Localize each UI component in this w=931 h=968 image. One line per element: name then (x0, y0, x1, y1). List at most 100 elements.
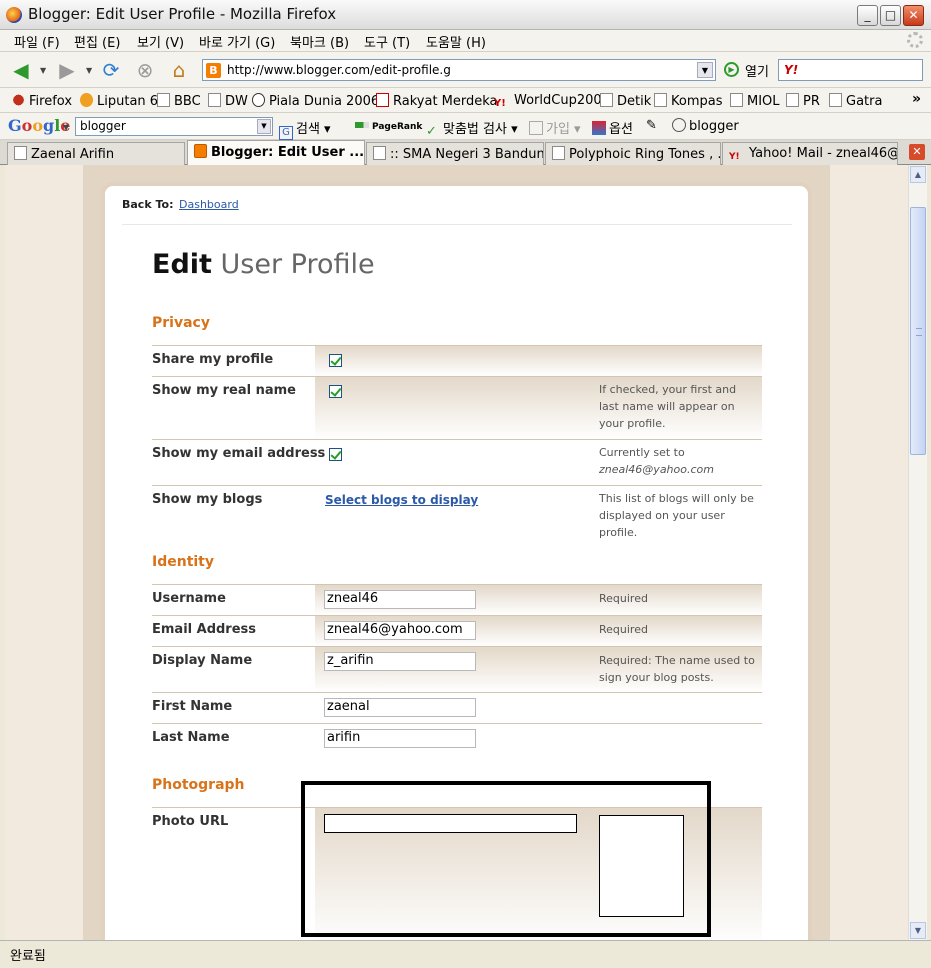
menu-tools[interactable]: 도구 (T) (364, 32, 410, 51)
select-blogs-link[interactable]: Select blogs to display (325, 493, 478, 507)
bookmark-item[interactable]: BBC (157, 93, 201, 109)
home-icon[interactable]: ⌂ (166, 58, 192, 82)
scroll-grip-icon (916, 328, 922, 336)
bookmark-item[interactable]: Detik (600, 93, 651, 109)
vertical-scrollbar[interactable]: ▲ ▼ (908, 165, 927, 940)
tab-yahoo-mail[interactable]: Y! Yahoo! Mail - zneal46@... (722, 142, 898, 165)
reload-icon[interactable]: ⟳ (98, 58, 124, 82)
dashboard-link[interactable]: Dashboard (179, 198, 239, 211)
highlighter-icon[interactable]: ✎ (646, 118, 657, 133)
menu-bookmarks[interactable]: 북마크 (B) (290, 32, 349, 51)
last-name-field[interactable]: arifin (324, 729, 476, 748)
firefox-icon (6, 7, 22, 23)
bookmark-item[interactable]: Rakyat Merdeka (376, 93, 498, 109)
forward-arrow-icon[interactable]: ▶ (54, 58, 80, 82)
google-search-dropdown-icon[interactable]: ▼ (257, 119, 271, 134)
pagerank-indicator[interactable]: PageRank (355, 118, 422, 133)
google-search-input[interactable]: blogger ▼ (75, 117, 273, 136)
menu-help[interactable]: 도움말 (H) (426, 32, 486, 51)
menu-go[interactable]: 바로 가기 (G) (199, 32, 275, 51)
forward-history-dropdown-icon[interactable]: ▼ (86, 66, 92, 75)
bookmark-label: Gatra (846, 94, 883, 109)
spellcheck-button[interactable]: ✓ 맞춤법 검사 ▾ (426, 118, 518, 139)
address-dropdown-icon[interactable]: ▼ (697, 62, 713, 78)
first-name-field[interactable]: zaenal (324, 698, 476, 717)
more-bookmarks-chevron-icon[interactable]: » (912, 91, 921, 107)
address-url[interactable]: http://www.blogger.com/edit-profile.g (227, 63, 451, 77)
yahoo-search-icon[interactable]: Y! (784, 63, 798, 77)
google-logo[interactable]: Google (8, 116, 70, 135)
menu-edit[interactable]: 편집 (E) (74, 32, 120, 51)
maximize-button[interactable]: □ (880, 5, 901, 26)
scrollbar-thumb[interactable] (910, 207, 926, 455)
back-arrow-icon[interactable]: ◀ (8, 58, 34, 82)
page-icon (373, 146, 386, 160)
bookmark-item[interactable]: Gatra (829, 93, 882, 109)
page-icon (552, 146, 565, 160)
close-tab-icon[interactable]: ✕ (909, 144, 925, 160)
word-find-button[interactable]: blogger (672, 118, 739, 134)
tab-blogger-edit-profile[interactable]: Blogger: Edit User ... (187, 140, 365, 165)
bookmark-label: Detik (617, 94, 652, 109)
minimize-button[interactable]: _ (857, 5, 878, 26)
menu-view[interactable]: 보기 (V) (137, 32, 184, 51)
bookmark-item[interactable]: Kompas (654, 93, 723, 109)
bookmark-label: WorldCup2006 (514, 93, 610, 108)
show-email-value: zneal46@yahoo.com (599, 463, 714, 476)
username-field[interactable]: zneal46 (324, 590, 476, 609)
bookmark-item[interactable]: Liputan 6 (80, 93, 158, 109)
stop-icon[interactable]: ⊗ (132, 58, 158, 82)
tab-sma-negeri[interactable]: :: SMA Negeri 3 Bandun... (366, 142, 544, 165)
display-name-field[interactable]: z_arifin (324, 652, 476, 671)
go-icon[interactable]: ▶ (724, 62, 739, 77)
show-real-name-checkbox[interactable] (329, 385, 342, 398)
row-shade (315, 346, 762, 376)
bookmark-label: Piala Dunia 2006 (269, 94, 380, 109)
tab-polyphonic-ring-tones[interactable]: Polyphoic Ring Tones , ... (545, 142, 721, 165)
rakyat-merdeka-icon (376, 93, 389, 107)
show-email-row: Show my email address Currently set to zn… (152, 439, 762, 485)
page-icon (829, 93, 842, 107)
back-history-dropdown-icon[interactable]: ▼ (40, 66, 46, 75)
go-button[interactable]: 열기 (745, 61, 769, 80)
bookmark-item[interactable]: Firefox (12, 93, 72, 109)
activity-throbber-icon (907, 32, 923, 48)
annotation-highlight-box (301, 781, 711, 937)
show-email-note-text: Currently set to (599, 446, 685, 459)
magnifier-icon (672, 118, 686, 132)
bookmark-item[interactable]: DW (208, 93, 248, 109)
show-email-checkbox[interactable] (329, 448, 342, 461)
google-menu-dropdown-icon[interactable]: ▼ (63, 123, 69, 132)
blogger-icon (194, 144, 207, 158)
yahoo-search-input[interactable]: Y! (778, 59, 923, 81)
bookmark-label: PR (803, 94, 820, 109)
bookmark-item[interactable]: Piala Dunia 2006 (252, 93, 379, 109)
google-search-button[interactable]: G 검색 ▾ (279, 118, 331, 140)
signup-button[interactable]: 가입 ▾ (529, 118, 581, 137)
share-profile-checkbox[interactable] (329, 354, 342, 367)
options-button[interactable]: 옵션 (592, 118, 633, 137)
scroll-down-arrow-icon[interactable]: ▼ (910, 922, 926, 939)
menu-file[interactable]: 파일 (F) (14, 32, 60, 51)
address-bar[interactable]: B http://www.blogger.com/edit-profile.g … (202, 59, 716, 81)
page-title: Edit User Profile (152, 249, 375, 280)
show-real-name-row: Show my real name If checked, your first… (152, 376, 762, 439)
privacy-heading: Privacy (152, 315, 210, 331)
close-window-button[interactable]: ✕ (903, 5, 924, 26)
google-search-query[interactable]: blogger (80, 119, 126, 133)
bookmark-item[interactable]: MIOL (730, 93, 780, 109)
page-icon (654, 93, 667, 107)
tab-label: :: SMA Negeri 3 Bandun... (390, 147, 544, 162)
bookmark-item[interactable]: PR (786, 93, 820, 109)
bookmarks-toolbar: Firefox Liputan 6 BBC DW Piala Dunia 200… (0, 88, 931, 113)
bookmark-item[interactable]: Y! WorldCup2006 (494, 93, 610, 112)
scroll-up-arrow-icon[interactable]: ▲ (910, 166, 926, 183)
tab-zaenal-arifin[interactable]: Zaenal Arifin (7, 142, 185, 165)
display-name-row: Display Name z_arifin Required: The name… (152, 646, 762, 692)
google-g-icon: G (279, 126, 293, 140)
tab-label: Blogger: Edit User ... (211, 145, 365, 160)
tab-label: Yahoo! Mail - zneal46@... (749, 146, 898, 161)
show-blogs-row: Show my blogs Select blogs to display Th… (152, 485, 762, 539)
email-field[interactable]: zneal46@yahoo.com (324, 621, 476, 640)
first-name-label: First Name (152, 699, 233, 714)
